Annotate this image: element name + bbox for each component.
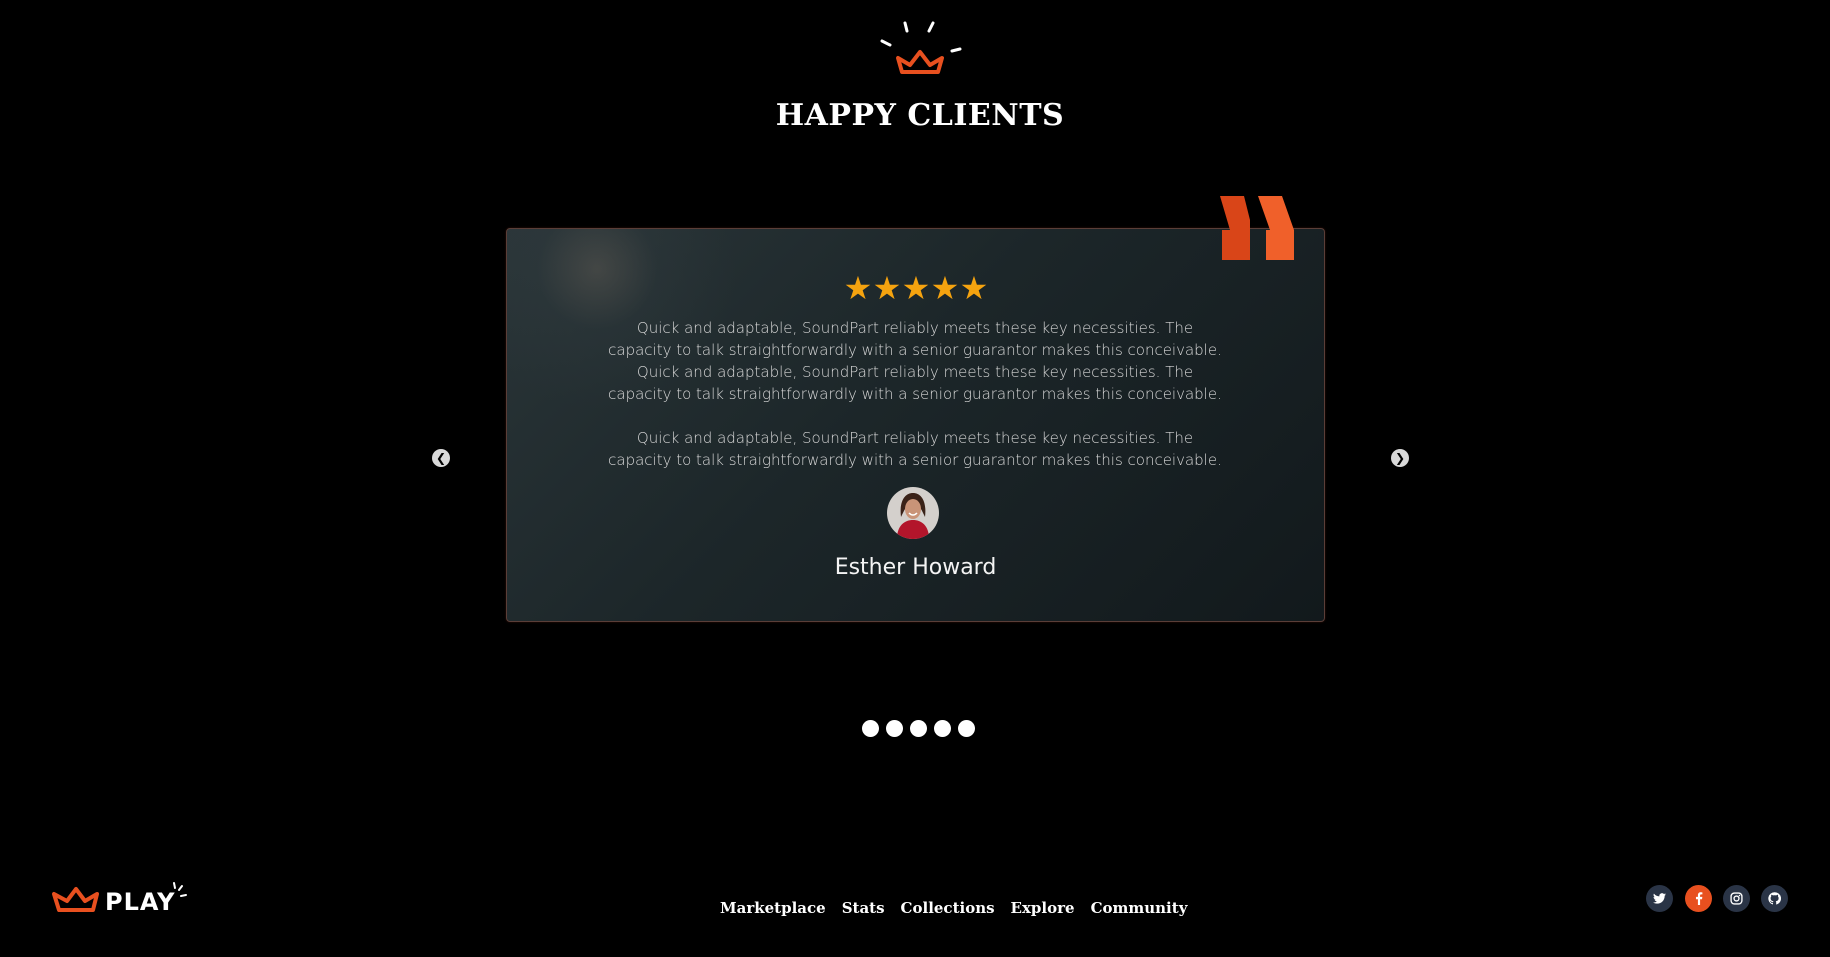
carousel-prev-button[interactable]: ❮	[432, 449, 450, 467]
carousel-next-button[interactable]: ❯	[1391, 449, 1409, 467]
carousel-dot[interactable]	[934, 720, 951, 737]
svg-text:PLAY: PLAY	[105, 888, 176, 916]
testimonial-card: ★★★★★ Quick and adaptable, SoundPart rel…	[506, 228, 1325, 622]
twitter-button[interactable]	[1646, 885, 1673, 912]
carousel-dot[interactable]	[886, 720, 903, 737]
footer-nav: Marketplace Stats Collections Explore Commun…	[720, 899, 1203, 917]
facebook-button[interactable]	[1685, 885, 1712, 912]
star-icon: ★	[843, 269, 873, 307]
rating-stars: ★★★★★	[507, 269, 1324, 307]
carousel-dot[interactable]	[862, 720, 879, 737]
instagram-icon	[1730, 892, 1743, 905]
twitter-icon	[1653, 893, 1666, 904]
footer-link-marketplace[interactable]: Marketplace	[720, 899, 826, 917]
reviewer-name: Esther Howard	[834, 555, 997, 580]
github-button[interactable]	[1761, 885, 1788, 912]
carousel-dot[interactable]	[958, 720, 975, 737]
footer-link-stats[interactable]: Stats	[842, 899, 885, 917]
crown-icon	[870, 18, 970, 82]
carousel-dot[interactable]	[910, 720, 927, 737]
star-icon: ★	[959, 269, 989, 307]
review-text: Quick and adaptable, SoundPart reliably …	[608, 429, 1222, 469]
star-icon: ★	[930, 269, 960, 307]
star-icon: ★	[872, 269, 902, 307]
review-text: Quick and adaptable, SoundPart reliably …	[608, 319, 1222, 403]
footer-link-explore[interactable]: Explore	[1011, 899, 1075, 917]
quote-icon	[1220, 196, 1294, 260]
page-title: HAPPY CLIENTS	[775, 98, 1065, 133]
instagram-button[interactable]	[1723, 885, 1750, 912]
footer-link-community[interactable]: Community	[1091, 899, 1188, 917]
play-logo[interactable]: PLAY	[50, 880, 190, 916]
star-icon: ★	[901, 269, 931, 307]
github-icon	[1768, 892, 1781, 905]
footer-link-collections[interactable]: Collections	[901, 899, 995, 917]
avatar	[887, 487, 939, 539]
facebook-icon	[1695, 892, 1702, 905]
